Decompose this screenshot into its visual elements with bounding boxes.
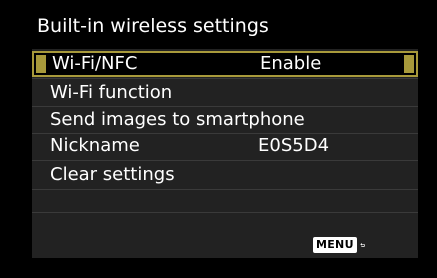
menu-item-label: Nickname (50, 135, 140, 156)
menu-back-button[interactable]: MENU (313, 235, 365, 255)
menu-item-value: E0S5D4 (258, 135, 330, 156)
return-arrow-icon (360, 243, 365, 247)
menu-panel: Wi-Fi/NFC Enable Wi-Fi function Send ima… (32, 49, 418, 258)
menu-item-clear-settings[interactable]: Clear settings (32, 162, 418, 188)
menu-item-label: Send images to smartphone (50, 109, 305, 130)
menu-item-label: Wi-Fi function (50, 82, 173, 103)
divider (32, 78, 418, 79)
menu-item-nickname[interactable]: Nickname E0S5D4 (32, 133, 418, 159)
divider (32, 189, 418, 190)
menu-item-wifi-function[interactable]: Wi-Fi function (32, 80, 418, 106)
selection-marker-right (404, 55, 414, 73)
page-title: Built-in wireless settings (37, 15, 269, 37)
divider (32, 160, 418, 161)
selection-marker-left (36, 55, 46, 73)
menu-item-wifi-nfc[interactable]: Wi-Fi/NFC Enable (32, 51, 418, 77)
menu-item-send-images[interactable]: Send images to smartphone (32, 107, 418, 133)
menu-item-label: Wi-Fi/NFC (52, 53, 138, 74)
menu-key-label: MENU (313, 237, 357, 253)
menu-item-label: Clear settings (50, 164, 175, 185)
divider (32, 212, 418, 213)
menu-item-value: Enable (260, 53, 322, 74)
camera-menu-screen: Built-in wireless settings Wi-Fi/NFC Ena… (0, 0, 437, 278)
